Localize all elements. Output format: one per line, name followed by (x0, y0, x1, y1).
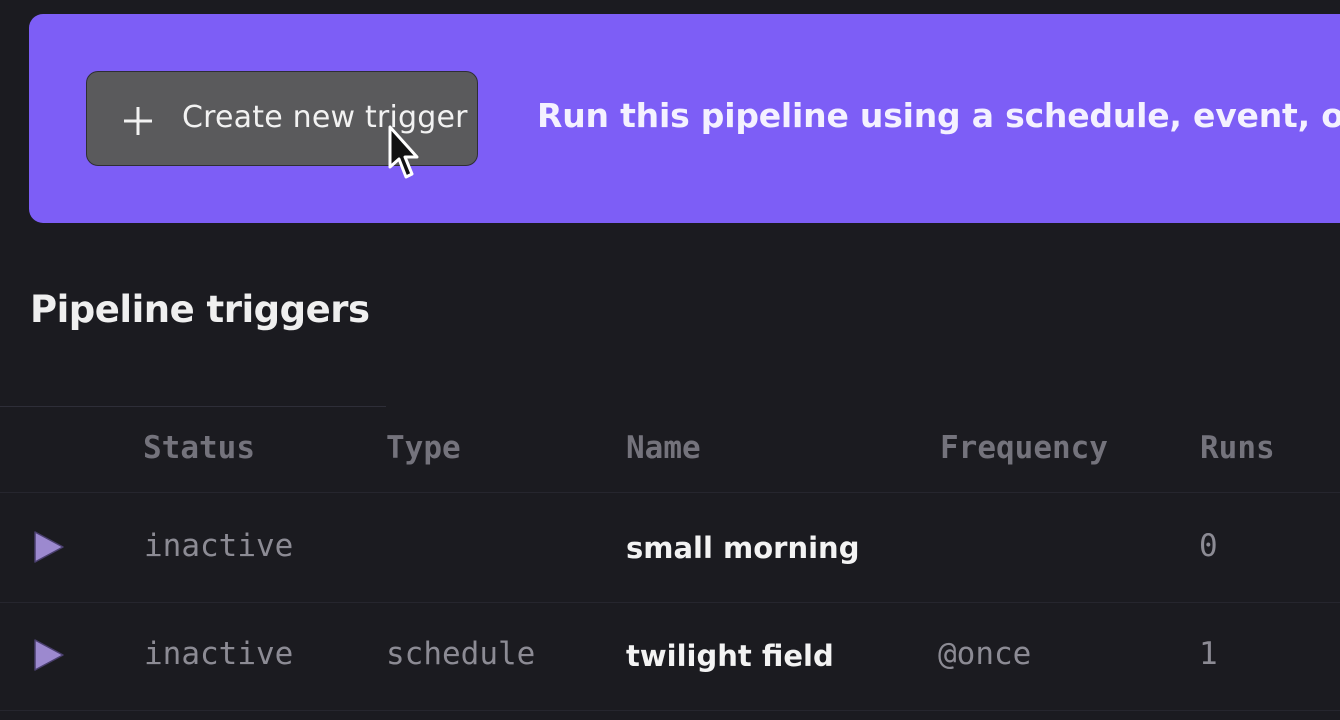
trigger-runs: 0 (1199, 528, 1218, 564)
trigger-status: inactive (144, 636, 294, 672)
create-new-trigger-label: Create new trigger (182, 100, 468, 135)
trigger-name-link[interactable]: small morning (626, 531, 859, 565)
trigger-name-link[interactable]: twilight field (626, 639, 834, 673)
trigger-status: inactive (144, 528, 294, 564)
column-header-status[interactable]: Status (143, 430, 255, 466)
column-header-runs[interactable]: Runs (1200, 430, 1275, 466)
plus-icon (124, 107, 152, 135)
column-header-frequency[interactable]: Frequency (940, 430, 1108, 466)
trigger-runs: 1 (1199, 636, 1218, 672)
column-header-type[interactable]: Type (386, 430, 461, 466)
row-divider (0, 602, 1340, 603)
play-icon[interactable] (33, 530, 65, 564)
triggers-page: Create new trigger Run this pipeline usi… (0, 0, 1340, 720)
pipeline-triggers-title: Pipeline triggers (30, 288, 370, 331)
trigger-frequency: @once (938, 636, 1032, 672)
divider (0, 406, 386, 407)
column-header-name[interactable]: Name (626, 430, 701, 466)
banner-description: Run this pipeline using a schedule, even… (537, 96, 1340, 135)
trigger-type: schedule (386, 636, 536, 672)
row-divider (0, 492, 1340, 493)
create-new-trigger-button[interactable]: Create new trigger (86, 71, 478, 166)
row-divider (0, 710, 1340, 711)
play-icon[interactable] (33, 638, 65, 672)
